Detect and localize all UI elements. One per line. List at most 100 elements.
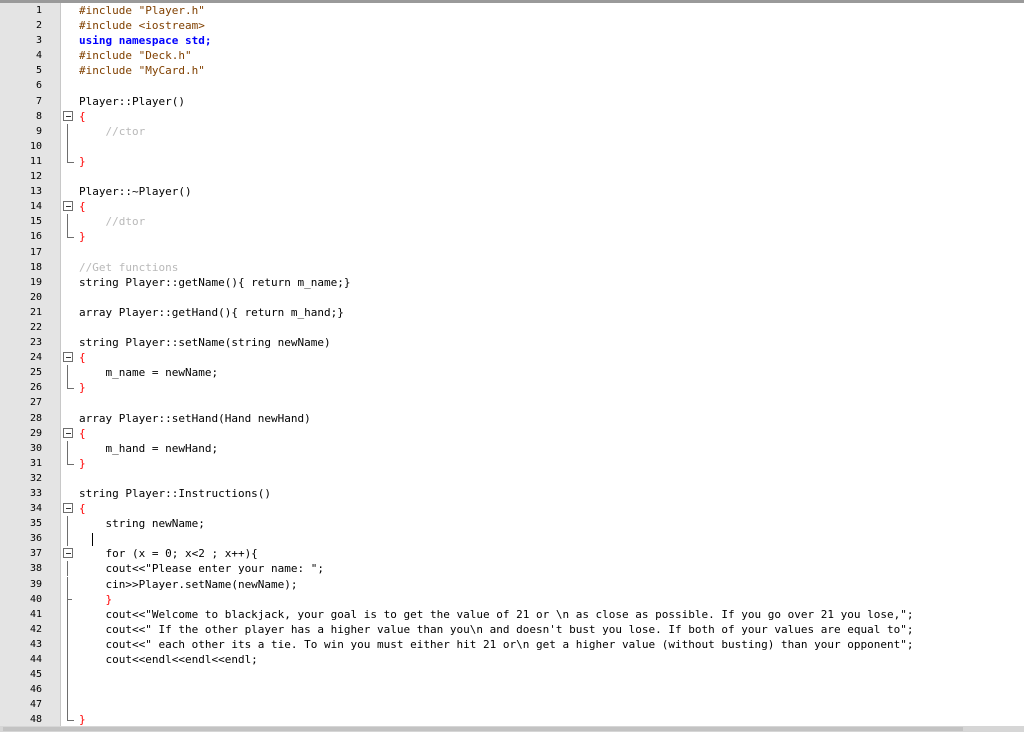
code-line[interactable]: 10 — [0, 138, 1024, 154]
code-line[interactable]: 2 #include <iostream> — [0, 18, 1024, 33]
code-line[interactable]: 33 string Player::Instructions() — [0, 486, 1024, 501]
code-line[interactable]: 24 { — [0, 350, 1024, 365]
code-line[interactable]: 13 Player::~Player() — [0, 184, 1024, 199]
line-number: 35 — [29, 518, 42, 530]
fold-collapse-icon[interactable] — [62, 546, 74, 561]
fold-collapse-icon[interactable] — [62, 109, 74, 124]
code-text: #include <iostream> — [79, 19, 205, 33]
line-number: 37 — [29, 548, 42, 560]
code-line[interactable]: 42 cout<<" If the other player has a hig… — [0, 621, 1024, 637]
code-line[interactable]: 19 string Player::getName(){ return m_nam… — [0, 275, 1024, 290]
line-number: 3 — [35, 35, 42, 47]
line-number: 28 — [29, 412, 42, 424]
code-editor[interactable]: 1 #include "Player.h" 2 #include <iostream… — [0, 3, 1024, 728]
code-line[interactable]: 11} — [0, 153, 1024, 169]
code-line[interactable]: 25 m_name = newName; — [0, 365, 1024, 381]
code-text: { — [79, 426, 86, 440]
code-line[interactable]: 1 #include "Player.h" — [0, 3, 1024, 18]
code-line[interactable]: 38 cout<<"Please enter your name: "; — [0, 561, 1024, 577]
line-number: 44 — [29, 654, 42, 666]
code-text: for (x = 0; x<2 ; x++){ — [79, 547, 258, 561]
line-number: 23 — [29, 337, 42, 349]
code-text: } — [79, 456, 86, 470]
code-line[interactable]: 28 array Player::setHand(Hand newHand) — [0, 411, 1024, 426]
code-line[interactable]: 8{ — [0, 109, 1024, 124]
code-line[interactable]: 23 string Player::setName(string newName) — [0, 335, 1024, 350]
code-line[interactable]: 32 — [0, 471, 1024, 486]
code-line[interactable]: 35 string newName; — [0, 516, 1024, 532]
line-number: 7 — [35, 95, 42, 107]
code-text: #include "Deck.h" — [79, 49, 192, 63]
fold-line-icon — [62, 652, 74, 668]
code-line[interactable]: 5 #include "MyCard.h" — [0, 63, 1024, 78]
code-line[interactable]: 3 using namespace std; — [0, 33, 1024, 48]
code-line[interactable]: 47 — [0, 697, 1024, 713]
code-text: } — [79, 381, 86, 395]
code-line[interactable]: 6 — [0, 78, 1024, 93]
fold-collapse-icon[interactable] — [62, 199, 74, 214]
line-number: 39 — [29, 578, 42, 590]
code-text: string Player::Instructions() — [79, 487, 272, 500]
code-line[interactable]: 34 { — [0, 501, 1024, 516]
fold-end-icon — [62, 591, 74, 607]
code-line[interactable]: 39 cin>>Player.setName(newName); — [0, 576, 1024, 592]
code-line[interactable]: 30 m_hand = newHand; — [0, 440, 1024, 456]
code-text: using namespace std; — [79, 34, 212, 48]
line-number: 15 — [29, 216, 42, 228]
fold-collapse-icon[interactable] — [62, 501, 74, 516]
code-line[interactable]: 20 — [0, 290, 1024, 305]
code-line[interactable]: 40 } — [0, 591, 1024, 607]
code-line[interactable]: 4 #include "Deck.h" — [0, 48, 1024, 63]
code-text: string Player::setName(string newName) — [79, 336, 331, 350]
line-number: 10 — [29, 140, 42, 152]
code-line[interactable]: 27 — [0, 395, 1024, 410]
fold-line-icon — [62, 214, 74, 230]
code-line[interactable]: 41 cout<<"Welcome to blackjack, your goa… — [0, 606, 1024, 622]
code-line[interactable]: 43 cout<<" each other its a tie. To win … — [0, 636, 1024, 652]
code-text: cout<<"Welcome to blackjack, your goal i… — [79, 607, 914, 621]
line-number: 34 — [29, 503, 42, 515]
code-line[interactable]: 7 Player::Player() — [0, 94, 1024, 109]
code-line[interactable]: 12 — [0, 169, 1024, 184]
code-line[interactable]: 37 for (x = 0; x<2 ; x++){ — [0, 546, 1024, 561]
line-number: 42 — [29, 623, 42, 635]
code-line[interactable]: 14 { — [0, 199, 1024, 214]
code-line[interactable]: 31} — [0, 455, 1024, 471]
code-line[interactable]: 36 — [0, 531, 1024, 547]
fold-collapse-icon[interactable] — [62, 350, 74, 365]
code-line[interactable]: 45 — [0, 667, 1024, 683]
fold-end-icon — [62, 229, 74, 244]
code-text: Player::Player() — [79, 94, 185, 108]
line-number: 1 — [35, 5, 42, 16]
code-line[interactable]: 44 cout<<endl<<endl<<endl; — [0, 652, 1024, 668]
code-line[interactable]: 17 — [0, 245, 1024, 260]
code-text: cout<<" each other its a tie. To win you… — [79, 637, 914, 651]
code-text: string newName; — [79, 517, 205, 531]
code-text: //dtor — [79, 215, 146, 229]
code-text: //ctor — [79, 124, 146, 138]
code-line[interactable]: 26} — [0, 380, 1024, 395]
line-number: 4 — [35, 50, 42, 62]
line-number: 43 — [29, 638, 42, 650]
code-line[interactable]: 46 — [0, 682, 1024, 698]
code-line[interactable]: 18 //Get functions — [0, 260, 1024, 275]
line-number: 24 — [29, 352, 42, 364]
code-line[interactable]: 9 //ctor — [0, 123, 1024, 139]
fold-line-icon — [62, 123, 74, 139]
code-text: m_name = newName; — [79, 366, 219, 380]
code-line[interactable]: 21 array Player::getHand(){ return m_hand… — [0, 305, 1024, 320]
fold-line-icon — [62, 561, 74, 577]
fold-end-icon — [62, 455, 74, 471]
code-line[interactable]: 15 //dtor — [0, 214, 1024, 230]
line-number: 12 — [29, 171, 42, 183]
code-line[interactable]: 16} — [0, 229, 1024, 244]
line-number: 38 — [29, 563, 42, 575]
code-text: #include "Player.h" — [79, 4, 205, 17]
fold-line-icon — [62, 365, 74, 381]
code-line[interactable]: 22 — [0, 320, 1024, 335]
scrollbar-thumb[interactable] — [3, 727, 963, 731]
code-text: } — [79, 592, 113, 606]
line-number: 11 — [29, 155, 42, 167]
code-line[interactable]: 29 { — [0, 426, 1024, 441]
fold-collapse-icon[interactable] — [62, 426, 74, 441]
